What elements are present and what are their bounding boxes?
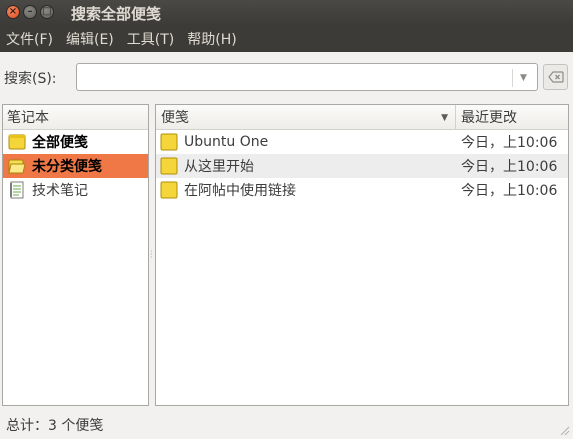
column-date-label: 最近更改 bbox=[461, 110, 517, 126]
notebook-label: 全部便笺 bbox=[32, 135, 88, 151]
note-date: 今日，上10:06 bbox=[461, 159, 558, 175]
search-row: 搜索(S): ▼ bbox=[0, 52, 573, 102]
search-input[interactable] bbox=[76, 63, 538, 91]
minimize-icon[interactable]: – bbox=[23, 5, 37, 19]
status-bar: 总计：3 个便笺 bbox=[0, 410, 573, 439]
note-icon bbox=[160, 181, 178, 199]
status-text: 总计：3 个便笺 bbox=[6, 417, 104, 434]
menu-file[interactable]: 文件(F) bbox=[0, 25, 60, 52]
menu-edit[interactable]: 编辑(E) bbox=[60, 25, 121, 52]
note-date: 今日，上10:06 bbox=[461, 183, 558, 199]
pane-splitter[interactable]: · · · bbox=[150, 248, 154, 262]
window-title: 搜索全部便笺 bbox=[71, 5, 162, 23]
table-row[interactable]: 在阿帖中使用链接 今日，上10:06 bbox=[156, 178, 568, 202]
notebook-icon bbox=[10, 181, 24, 199]
notebook-item-unfiled[interactable]: 未分类便笺 bbox=[3, 154, 148, 178]
table-row[interactable]: 从这里开始 今日，上10:06 bbox=[156, 154, 568, 178]
notebook-list: 笔记本 全部便笺 未分类便笺 技术笔记 bbox=[2, 104, 149, 406]
resize-grip-icon[interactable] bbox=[558, 424, 570, 436]
column-title-label: 便笺 bbox=[161, 110, 189, 126]
notebook-header: 笔记本 bbox=[3, 105, 148, 130]
folder-notes-icon bbox=[8, 134, 26, 150]
note-title: 在阿帖中使用链接 bbox=[184, 183, 296, 199]
note-list: 便笺 ▼ 最近更改 Ubuntu One 今日，上10:06 从这里开始 今日，… bbox=[155, 104, 569, 406]
clear-text-icon bbox=[547, 71, 564, 83]
open-folder-icon bbox=[8, 159, 26, 174]
column-header-date[interactable]: 最近更改 bbox=[456, 105, 568, 129]
note-list-header: 便笺 ▼ 最近更改 bbox=[156, 105, 568, 130]
notebook-label: 技术笔记 bbox=[32, 183, 88, 199]
menu-bar: 文件(F) 编辑(E) 工具(T) 帮助(H) bbox=[0, 25, 573, 52]
note-title: Ubuntu One bbox=[184, 134, 269, 150]
menu-help[interactable]: 帮助(H) bbox=[181, 25, 243, 52]
note-title: 从这里开始 bbox=[184, 159, 254, 175]
notebook-item-tech-notes[interactable]: 技术笔记 bbox=[3, 178, 148, 202]
title-bar: × – □ 搜索全部便笺 bbox=[0, 0, 573, 25]
menu-tools[interactable]: 工具(T) bbox=[121, 25, 181, 52]
close-icon[interactable]: × bbox=[6, 5, 20, 19]
table-row[interactable]: Ubuntu One 今日，上10:06 bbox=[156, 130, 568, 154]
note-icon bbox=[160, 133, 178, 151]
note-icon bbox=[160, 157, 178, 175]
chevron-down-icon[interactable]: ▼ bbox=[512, 69, 534, 87]
clear-search-button[interactable] bbox=[543, 64, 568, 90]
notebook-item-all-notes[interactable]: 全部便笺 bbox=[3, 130, 148, 154]
notebook-label: 未分类便笺 bbox=[32, 159, 102, 175]
search-label: 搜索(S): bbox=[4, 71, 57, 87]
note-date: 今日，上10:06 bbox=[461, 135, 558, 151]
column-header-title[interactable]: 便笺 ▼ bbox=[156, 105, 456, 129]
maximize-icon[interactable]: □ bbox=[40, 5, 54, 19]
sort-descending-icon: ▼ bbox=[441, 113, 448, 123]
